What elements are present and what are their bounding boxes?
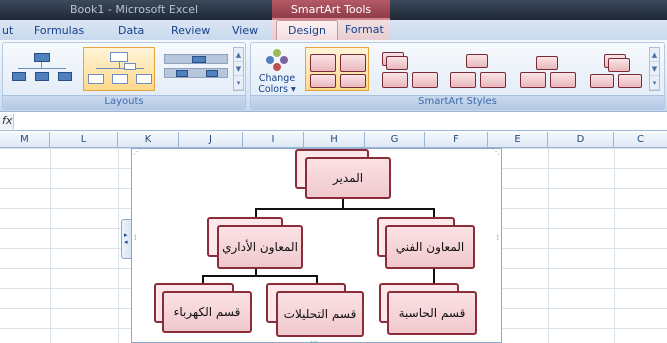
column-header-h[interactable]: H	[304, 132, 365, 148]
node-leaf-electric-label[interactable]: قسم الكهرباء	[162, 291, 252, 333]
column-header-e[interactable]: E	[488, 132, 548, 148]
ribbon: ▲ ▼ ▾ Layouts Change Colors ▾ ▲ ▼ ▾ Smar…	[0, 40, 667, 112]
fx-icon[interactable]: fx	[0, 114, 14, 129]
resize-handle-tl[interactable]: ⋰	[133, 147, 141, 156]
formula-bar[interactable]: fx	[0, 112, 667, 131]
tab-layout[interactable]: ut	[2, 24, 13, 37]
resize-handle-bottom[interactable]: ⋯	[310, 337, 318, 343]
column-headers: M L K J I H G F E D C	[0, 132, 667, 148]
column-header-i[interactable]: I	[243, 132, 304, 148]
style-thumbnail-selected[interactable]	[305, 47, 369, 91]
gallery-more-icon[interactable]: ▾	[650, 76, 659, 90]
gallery-more-icon[interactable]: ▾	[234, 76, 243, 90]
resize-handle-left[interactable]: ⁞	[134, 233, 137, 242]
column-header-m[interactable]: M	[0, 132, 50, 148]
smartart-styles-label: SmartArt Styles	[251, 95, 664, 109]
ribbon-tabs: ut Formulas Data Review View Design Form…	[0, 20, 667, 40]
title-bar: Book1 - Microsoft Excel SmartArt Tools	[0, 0, 667, 20]
tab-view[interactable]: View	[232, 24, 258, 37]
style-thumbnail-2[interactable]	[375, 47, 439, 91]
color-palette-icon	[266, 49, 288, 71]
scroll-up-icon[interactable]: ▲	[234, 48, 243, 62]
scroll-down-icon[interactable]: ▼	[650, 62, 659, 76]
styles-gallery-scroll[interactable]: ▲ ▼ ▾	[649, 47, 660, 91]
node-left-assistant-label[interactable]: المعاون الأداري	[217, 225, 303, 269]
style-thumbnail-3[interactable]	[445, 47, 509, 91]
change-colors-button[interactable]: Change Colors ▾	[255, 47, 299, 95]
tab-review[interactable]: Review	[171, 24, 210, 37]
node-root-label[interactable]: المدير	[305, 157, 391, 199]
node-leaf-computer-label[interactable]: قسم الحاسبة	[387, 291, 477, 335]
column-header-c[interactable]: C	[614, 132, 667, 148]
column-header-l[interactable]: L	[50, 132, 118, 148]
layout-horizontal-hierarchy[interactable]	[161, 47, 229, 91]
style-thumbnail-5[interactable]	[585, 47, 645, 91]
layouts-group: ▲ ▼ ▾ Layouts	[2, 42, 246, 110]
tab-design[interactable]: Design	[276, 20, 338, 40]
tab-data[interactable]: Data	[118, 24, 144, 37]
resize-handle-right[interactable]: ⁞	[496, 233, 499, 242]
window-title: Book1 - Microsoft Excel	[70, 3, 199, 16]
layouts-group-label: Layouts	[3, 95, 245, 109]
column-header-g[interactable]: G	[365, 132, 425, 148]
scroll-up-icon[interactable]: ▲	[650, 48, 659, 62]
column-header-j[interactable]: J	[179, 132, 243, 148]
layouts-gallery-scroll[interactable]: ▲ ▼ ▾	[233, 47, 244, 91]
node-right-assistant-label[interactable]: المعاون الفني	[385, 225, 475, 269]
column-header-k[interactable]: K	[118, 132, 179, 148]
change-colors-label-1: Change	[258, 73, 296, 84]
scroll-down-icon[interactable]: ▼	[234, 62, 243, 76]
smartart-tools-header: SmartArt Tools	[272, 0, 390, 20]
layout-org-chart[interactable]	[7, 47, 77, 91]
smartart-styles-group: Change Colors ▾ ▲ ▼ ▾ SmartArt Styles	[250, 42, 665, 110]
style-thumbnail-4[interactable]	[515, 47, 579, 91]
column-header-f[interactable]: F	[425, 132, 488, 148]
change-colors-label-2: Colors ▾	[258, 84, 296, 95]
smartart-frame[interactable]: ⋰ ⋱ ⁞ ⁞ ⋯ المدير المعاون الأداري المعاون…	[131, 147, 502, 343]
tab-format[interactable]: Format	[334, 20, 395, 40]
column-header-d[interactable]: D	[548, 132, 614, 148]
expand-arrow-icon: ▸ ◂	[124, 231, 128, 246]
layout-hierarchy-selected[interactable]	[83, 47, 155, 91]
resize-handle-tr[interactable]: ⋱	[492, 147, 500, 156]
tab-formulas[interactable]: Formulas	[34, 24, 84, 37]
node-leaf-analysis-label[interactable]: قسم التحليلات	[276, 291, 364, 337]
